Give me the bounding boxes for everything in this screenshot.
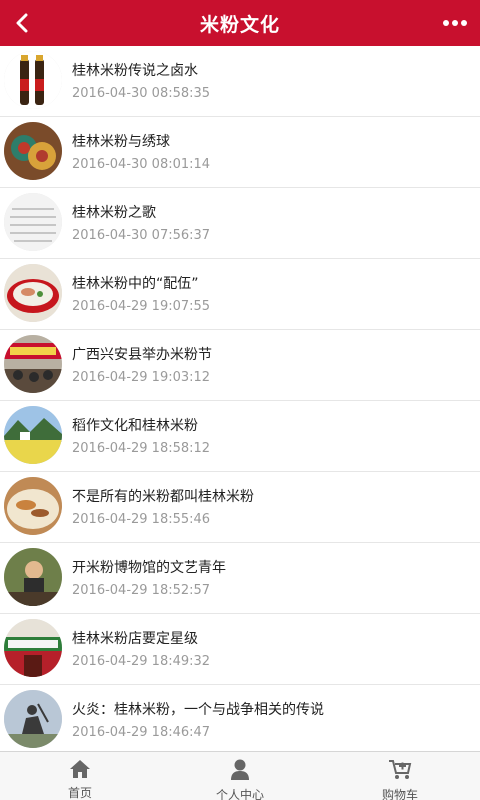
list-item[interactable]: 桂林米粉传说之卤水 2016-04-30 08:58:35 xyxy=(0,46,480,117)
back-button[interactable] xyxy=(6,7,38,39)
article-thumbnail xyxy=(4,477,62,535)
top-bar: 米粉文化 xyxy=(0,0,480,46)
app-screen: 米粉文化 桂林米粉传说之卤水 2016-04-30 08:58:35 桂林米粉与… xyxy=(0,0,480,800)
article-title: 火炎：桂林米粉，一个与战争相关的传说 xyxy=(72,702,324,718)
home-icon xyxy=(70,760,90,778)
list-item[interactable]: 桂林米粉之歌 2016-04-30 07:56:37 xyxy=(0,188,480,259)
chevron-left-icon xyxy=(16,13,28,33)
article-thumbnail xyxy=(4,619,62,677)
article-date: 2016-04-29 18:46:47 xyxy=(72,725,211,740)
more-button[interactable] xyxy=(438,7,472,39)
article-date: 2016-04-29 18:52:57 xyxy=(72,583,211,598)
more-dots-icon xyxy=(443,20,467,26)
article-title: 桂林米粉传说之卤水 xyxy=(72,63,198,79)
tab-home-label: 首页 xyxy=(67,786,92,800)
article-thumbnail xyxy=(4,406,62,464)
tab-cart-label: 购物车 xyxy=(381,788,418,800)
cart-icon xyxy=(389,760,412,779)
tab-profile-label: 个人中心 xyxy=(215,788,264,800)
list-item[interactable]: 桂林米粉店要定星级 2016-04-29 18:49:32 xyxy=(0,614,480,685)
article-date: 2016-04-29 18:55:46 xyxy=(72,512,211,527)
article-date: 2016-04-29 19:03:12 xyxy=(72,370,211,385)
article-date: 2016-04-30 08:58:35 xyxy=(72,86,211,101)
article-date: 2016-04-29 18:49:32 xyxy=(72,654,211,669)
list-item[interactable]: 火炎：桂林米粉，一个与战争相关的传说 2016-04-29 18:46:47 xyxy=(0,685,480,751)
tab-profile[interactable]: 个人中心 xyxy=(160,752,320,800)
article-date: 2016-04-29 19:07:55 xyxy=(72,299,211,314)
list-item[interactable]: 开米粉博物馆的文艺青年 2016-04-29 18:52:57 xyxy=(0,543,480,614)
page-title: 米粉文化 xyxy=(199,13,280,36)
article-thumbnail xyxy=(4,548,62,606)
article-thumbnail xyxy=(4,122,62,180)
article-title: 桂林米粉与绣球 xyxy=(72,134,170,150)
article-title: 开米粉博物馆的文艺青年 xyxy=(72,560,226,576)
bottom-tab-bar: 首页 个人中心 购物车 xyxy=(0,751,480,800)
list-item[interactable]: 不是所有的米粉都叫桂林米粉 2016-04-29 18:55:46 xyxy=(0,472,480,543)
list-item[interactable]: 稻作文化和桂林米粉 2016-04-29 18:58:12 xyxy=(0,401,480,472)
article-title: 桂林米粉店要定星级 xyxy=(72,631,198,647)
article-title: 桂林米粉中的“配伍” xyxy=(72,276,199,292)
article-date: 2016-04-30 07:56:37 xyxy=(72,228,211,243)
article-thumbnail xyxy=(4,335,62,393)
tab-home[interactable]: 首页 xyxy=(0,752,160,800)
article-list: 桂林米粉传说之卤水 2016-04-30 08:58:35 桂林米粉与绣球 20… xyxy=(0,46,480,751)
list-item[interactable]: 桂林米粉中的“配伍” 2016-04-29 19:07:55 xyxy=(0,259,480,330)
article-title: 广西兴安县举办米粉节 xyxy=(72,347,212,363)
user-icon xyxy=(231,759,249,780)
article-date: 2016-04-29 18:58:12 xyxy=(72,441,211,456)
list-item[interactable]: 桂林米粉与绣球 2016-04-30 08:01:14 xyxy=(0,117,480,188)
article-thumbnail xyxy=(4,690,62,748)
article-thumbnail xyxy=(4,264,62,322)
tab-cart[interactable]: 购物车 xyxy=(320,752,480,800)
article-title: 桂林米粉之歌 xyxy=(72,205,156,221)
article-title: 不是所有的米粉都叫桂林米粉 xyxy=(72,489,254,505)
list-item[interactable]: 广西兴安县举办米粉节 2016-04-29 19:03:12 xyxy=(0,330,480,401)
article-thumbnail xyxy=(4,51,62,109)
article-date: 2016-04-30 08:01:14 xyxy=(72,157,211,172)
article-thumbnail xyxy=(4,193,62,251)
article-title: 稻作文化和桂林米粉 xyxy=(72,418,198,434)
